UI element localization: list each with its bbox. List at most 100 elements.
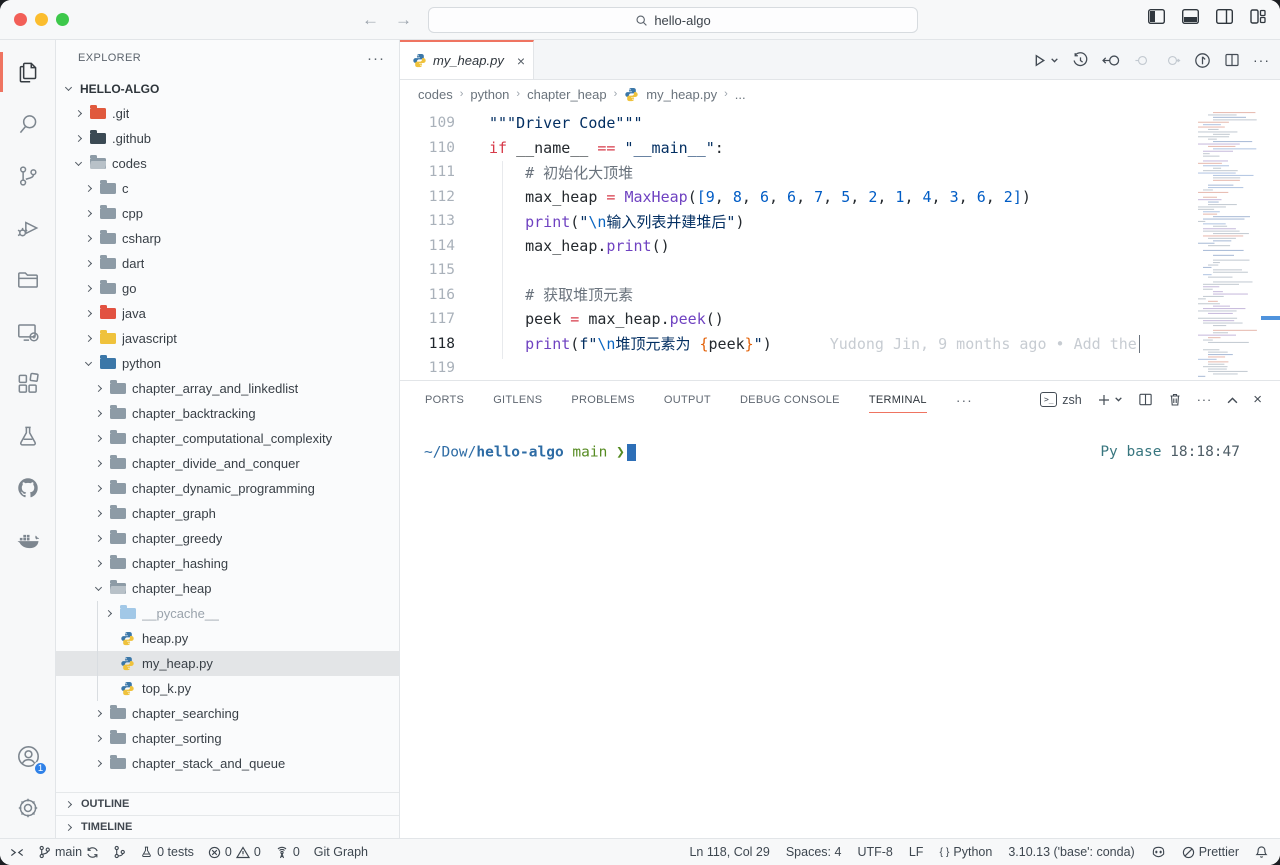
explorer-actions-icon[interactable]: ··· [367,50,385,67]
run-dropdown-icon[interactable] [1050,56,1059,65]
activity-source-control[interactable] [0,150,56,202]
activity-explorer[interactable] [0,46,56,98]
terminal-dropdown-icon[interactable] [1114,395,1123,404]
tree-item-python[interactable]: python [56,351,399,376]
breadcrumb-file[interactable]: my_heap.py [646,87,717,102]
code-line-111[interactable]: 111 # 初始化大顶堆 [400,160,1280,185]
code-line-109[interactable]: 109"""Driver Code""" [400,111,1280,136]
git-graph-button[interactable]: Git Graph [314,845,368,859]
code-editor[interactable]: 109"""Driver Code"""110if __name__ == "_… [400,108,1280,380]
broadcast-status[interactable]: 0 [275,845,300,859]
terminal-content[interactable]: ~/Dow/hello-algo main ❯ Py base 18:18:47 [400,418,1280,461]
panel-tab-debug-console[interactable]: DEBUG CONSOLE [740,381,840,418]
tree-item-chapter-stack-and-queue[interactable]: chapter_stack_and_queue [56,751,399,776]
maximize-panel-icon[interactable] [1227,396,1238,404]
run-python-icon[interactable] [1031,52,1048,69]
gitlens-indicator[interactable] [113,845,126,859]
tree-item-chapter-computational-complexity[interactable]: chapter_computational_complexity [56,426,399,451]
activity-folder-explorer[interactable] [0,254,56,306]
tree-item-chapter-heap[interactable]: chapter_heap [56,576,399,601]
account-button[interactable]: 1 [0,730,56,782]
tree-item-javascript[interactable]: javascript [56,326,399,351]
problems-status[interactable]: 0 0 [208,845,261,859]
panel-tabs-more-icon[interactable]: ··· [956,392,973,408]
encoding[interactable]: UTF-8 [857,845,892,859]
activity-docker[interactable] [0,514,56,566]
settings-button[interactable] [0,782,56,834]
editor-more-actions-icon[interactable]: ··· [1253,52,1270,68]
close-panel-icon[interactable]: × [1253,391,1262,408]
tree-item-csharp[interactable]: csharp [56,226,399,251]
minimap[interactable] [1190,108,1280,380]
tree-item-chapter-searching[interactable]: chapter_searching [56,701,399,726]
code-line-114[interactable]: 114 max_heap.print() [400,234,1280,259]
panel-tab-ports[interactable]: PORTS [425,381,464,418]
code-line-115[interactable]: 115 [400,258,1280,283]
tree-item-c[interactable]: c [56,176,399,201]
tab-my-heap[interactable]: my_heap.py × [400,40,534,79]
tree-item-chapter-array-and-linkedlist[interactable]: chapter_array_and_linkedlist [56,376,399,401]
panel-tab-problems[interactable]: PROBLEMS [571,381,635,418]
breadcrumb-symbol[interactable]: ... [735,87,746,102]
tree-item--git[interactable]: .git [56,101,399,126]
terminal-profile[interactable]: >_ zsh [1040,392,1081,407]
tree-item-codes[interactable]: codes [56,151,399,176]
tree-item--github[interactable]: .github [56,126,399,151]
breadcrumb-codes[interactable]: codes [418,87,453,102]
breadcrumb-python[interactable]: python [470,87,509,102]
eol-sequence[interactable]: LF [909,845,924,859]
next-change-icon[interactable] [1164,53,1181,68]
panel-more-actions-icon[interactable]: ··· [1197,393,1213,407]
tree-item-chapter-sorting[interactable]: chapter_sorting [56,726,399,751]
toggle-panel-icon[interactable] [1182,9,1199,24]
panel-tab-terminal[interactable]: TERMINAL [869,381,927,418]
indentation[interactable]: Spaces: 4 [786,845,842,859]
prettier-status[interactable]: Prettier [1182,845,1239,859]
tree-item-chapter-hashing[interactable]: chapter_hashing [56,551,399,576]
split-terminal-icon[interactable] [1138,392,1153,407]
navigate-forward-icon[interactable]: → [395,9,412,31]
customize-layout-icon[interactable] [1250,9,1266,24]
timeline-history-icon[interactable] [1072,52,1089,69]
toggle-sidebar-icon[interactable] [1148,9,1165,24]
tree-item-chapter-backtracking[interactable]: chapter_backtracking [56,401,399,426]
tree-item-heap-py[interactable]: heap.py [56,626,399,651]
tree-item--pycache-[interactable]: __pycache__ [56,601,399,626]
run-in-terminal-icon[interactable] [1194,52,1211,69]
split-editor-icon[interactable] [1224,52,1240,68]
activity-remote-explorer[interactable] [0,306,56,358]
breadcrumb-chapter-heap[interactable]: chapter_heap [527,87,607,102]
language-mode[interactable]: { } Python [939,845,992,859]
close-tab-icon[interactable]: × [517,53,525,69]
minimize-window-button[interactable] [35,13,48,26]
test-status[interactable]: 0 tests [140,845,194,859]
cursor-position[interactable]: Ln 118, Col 29 [689,845,769,859]
code-line-112[interactable]: 112 max_heap = MaxHeap([9, 8, 6, 6, 7, 5… [400,185,1280,210]
previous-change-icon[interactable] [1134,53,1151,68]
code-line-116[interactable]: 116 # 获取堆顶元素 [400,283,1280,308]
remote-indicator[interactable] [10,846,24,859]
tree-item-dart[interactable]: dart [56,251,399,276]
panel-tab-output[interactable]: OUTPUT [664,381,711,418]
tree-item-go[interactable]: go [56,276,399,301]
new-terminal-icon[interactable] [1097,393,1111,407]
tree-item-java[interactable]: java [56,301,399,326]
timeline-section[interactable]: TIMELINE [56,815,399,838]
close-window-button[interactable] [14,13,27,26]
copilot-status[interactable] [1151,845,1166,859]
navigate-back-icon[interactable]: ← [362,9,379,31]
code-line-110[interactable]: 110if __name__ == "__main__": [400,136,1280,161]
python-interpreter[interactable]: 3.10.13 ('base': conda) [1008,845,1134,859]
tree-item-chapter-greedy[interactable]: chapter_greedy [56,526,399,551]
zoom-window-button[interactable] [56,13,69,26]
activity-extensions[interactable] [0,358,56,410]
notifications[interactable] [1255,845,1268,859]
code-line-117[interactable]: 117 peek = max_heap.peek() [400,307,1280,332]
code-line-119[interactable]: 119 [400,356,1280,380]
tree-item-my-heap-py[interactable]: my_heap.py [56,651,399,676]
activity-github[interactable] [0,462,56,514]
panel-tab-gitlens[interactable]: GITLENS [493,381,542,418]
tree-item-chapter-graph[interactable]: chapter_graph [56,501,399,526]
activity-search[interactable] [0,98,56,150]
kill-terminal-icon[interactable] [1168,392,1182,407]
